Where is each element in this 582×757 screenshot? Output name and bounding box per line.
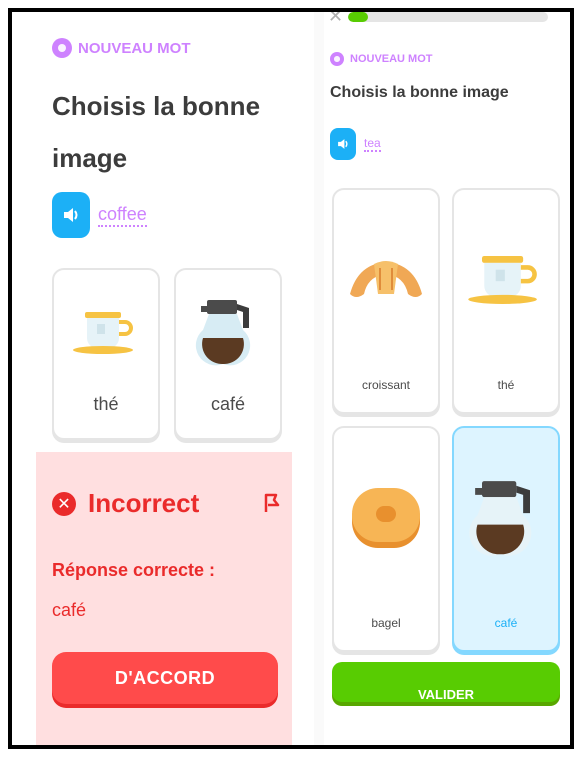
feedback-panel: ✕ Incorrect Réponse correcte : café D'AC… (36, 452, 292, 745)
tea-cup-icon (468, 256, 537, 304)
speaker-icon (64, 208, 78, 222)
tea-cup-icon (73, 312, 133, 354)
option-card-the[interactable]: thé (452, 188, 560, 414)
page-title: Choisis la bonne image (330, 84, 509, 101)
new-word-label: NOUVEAU MOT (78, 39, 191, 57)
option-card-the[interactable]: thé (52, 268, 160, 440)
error-icon: ✕ (52, 491, 76, 516)
page-title: Choisis la bonne image (52, 80, 260, 184)
option-label: café (494, 616, 518, 630)
progress-fill (348, 12, 368, 22)
speaker-button[interactable] (52, 192, 90, 238)
option-label: thé (93, 394, 119, 414)
coffee-pot-icon (195, 300, 251, 366)
audio-prompt: coffee (52, 192, 147, 238)
bagel-icon (352, 488, 420, 548)
check-button[interactable]: VALIDER (332, 662, 560, 702)
progress-bar (348, 12, 548, 22)
feedback-status-label: Incorrect (88, 488, 200, 518)
close-icon[interactable]: ✕ (328, 12, 343, 27)
option-card-cafe[interactable]: café (452, 426, 560, 652)
option-label: thé (497, 378, 515, 392)
croissant-icon (350, 261, 422, 297)
speaker-icon (338, 139, 348, 149)
audio-prompt: tea (330, 128, 381, 160)
option-card-cafe[interactable]: café (174, 268, 282, 440)
new-word-label: NOUVEAU MOT (350, 53, 433, 65)
feedback-status: ✕ Incorrect (52, 488, 199, 519)
page-title-line2: image (52, 143, 128, 173)
audio-word[interactable]: tea (364, 136, 381, 152)
coffee-pot-icon (469, 481, 532, 556)
option-card-bagel[interactable]: bagel (332, 426, 440, 652)
new-word-header: NOUVEAU MOT (52, 38, 191, 58)
correct-answer-label: Réponse correcte : (52, 560, 216, 580)
report-flag-icon[interactable] (262, 492, 282, 514)
divider (314, 12, 324, 745)
correct-answer-value: café (52, 600, 87, 620)
option-label: café (210, 394, 246, 414)
screenshot-frame: NOUVEAU MOT Choisis la bonne image coffe… (8, 8, 574, 749)
new-word-header: NOUVEAU MOT (330, 52, 433, 66)
page-title-line1: Choisis la bonne (52, 91, 261, 121)
continue-button[interactable]: D'ACCORD (52, 652, 278, 704)
speaker-button[interactable] (330, 128, 356, 160)
new-word-icon (52, 38, 72, 58)
option-label: croissant (361, 378, 411, 392)
audio-word[interactable]: coffee (98, 204, 147, 227)
new-word-icon (330, 52, 344, 66)
option-card-croissant[interactable]: croissant (332, 188, 440, 414)
right-screen: ✕ NOUVEAU MOT Choisis la bonne image tea… (324, 12, 569, 742)
option-label: bagel (371, 616, 401, 630)
